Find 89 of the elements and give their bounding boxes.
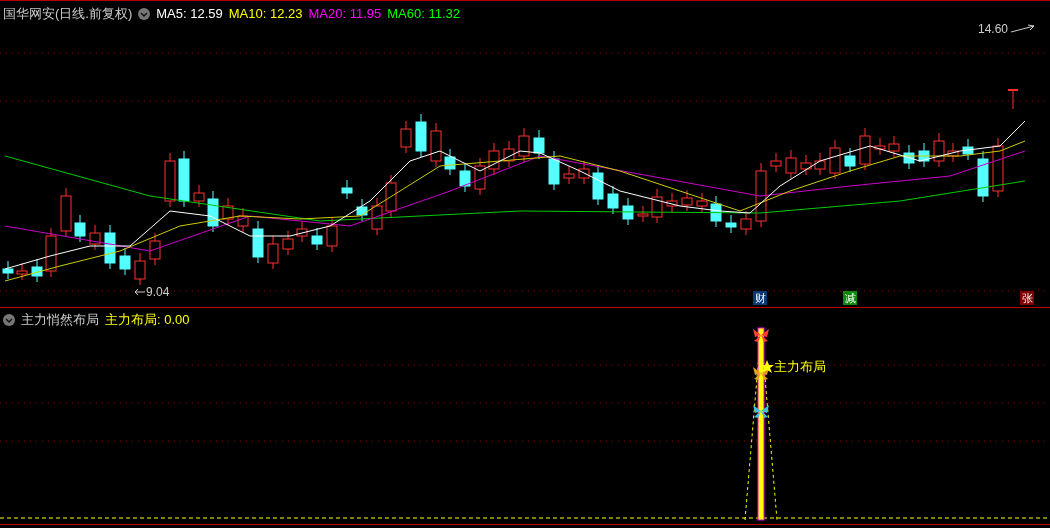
candlestick [725,214,737,234]
candlestick [755,162,767,228]
star-icon [760,360,774,373]
candlestick [592,164,604,206]
candlestick [459,162,471,193]
arrow-icon [1010,24,1036,34]
signal-label: 主力布局 [774,358,826,376]
candlestick [60,187,72,238]
candlestick [740,210,752,236]
candlestick [430,122,442,168]
candlestick [89,224,101,251]
candlestick [326,217,338,253]
candlestick [637,205,649,223]
candlestick [252,220,264,264]
candlestick [903,144,915,170]
candlestick [134,252,146,286]
moving-average-value: MA5: 12.59 [156,5,223,23]
candlestick [1008,89,1018,110]
candlestick [844,147,856,173]
candlestick [563,165,575,185]
butterfly-icon [753,329,769,342]
collapse-icon[interactable] [138,7,151,20]
candlestick [874,137,886,156]
candlestick [222,197,234,226]
arrow-icon [134,288,146,296]
candlestick [16,262,28,281]
candlestick [415,113,427,158]
candlestick [977,150,989,203]
event-marker[interactable]: 财 [753,291,767,305]
candlestick [548,150,560,191]
candlestick [237,207,249,233]
candlestick [371,197,383,236]
moving-average-value: MA60: 11.32 [387,5,461,23]
candlestick [149,232,161,266]
price-label: 14.60 [977,21,1008,38]
candlestick [859,127,871,171]
candlestick [474,157,486,196]
indicator-value: 主力布局: 0.00 [105,311,190,329]
candlestick [296,220,308,243]
moving-average-value: MA20: 11.95 [308,5,382,23]
candlestick [341,179,353,200]
butterfly-icon [753,367,769,380]
indicator-name: 主力悄然布局 [21,311,99,329]
candlestick [533,129,545,160]
candlestick [770,152,782,173]
collapse-icon[interactable] [3,313,15,326]
event-marker[interactable]: 减 [843,291,857,305]
candlestick [918,142,930,168]
candlestick [785,149,797,180]
candlestick [888,135,900,158]
candlestick [45,227,57,278]
candlestick [119,247,131,276]
candlestick [74,214,86,243]
candlestick [178,150,190,208]
candlestick [651,188,663,224]
candlestick [385,174,397,218]
chart-title: 国华网安(日线.前复权) [3,5,133,23]
candlestick [829,139,841,180]
candlestick [696,192,708,213]
moving-average-value: MA10: 12.23 [228,5,303,23]
candlestick [666,192,678,213]
candlestick [622,197,634,226]
butterfly-icon [753,405,769,418]
candlestick [311,227,323,251]
candlestick [2,260,14,280]
candlestick [356,198,368,222]
candlestick [607,185,619,215]
candlestick [104,224,116,270]
candlestick [933,132,945,168]
candlestick [193,184,205,208]
candlestick [31,258,43,283]
price-label: 9.04 [146,284,170,301]
candlestick [992,137,1004,198]
candlestick [282,230,294,256]
candlestick [503,140,515,168]
candlestick [164,152,176,208]
candlestick [947,142,959,163]
candlestick [488,142,500,176]
candlestick [267,235,279,270]
candlestick [962,138,974,161]
candlestick [207,190,219,233]
candlestick [444,148,456,176]
candlestick [814,152,826,176]
candlestick [400,120,412,154]
candlestick [710,195,722,228]
candlestick [800,154,812,176]
event-marker[interactable]: 张 [1020,291,1034,305]
candlestick [681,189,693,212]
candlestick [518,127,530,163]
